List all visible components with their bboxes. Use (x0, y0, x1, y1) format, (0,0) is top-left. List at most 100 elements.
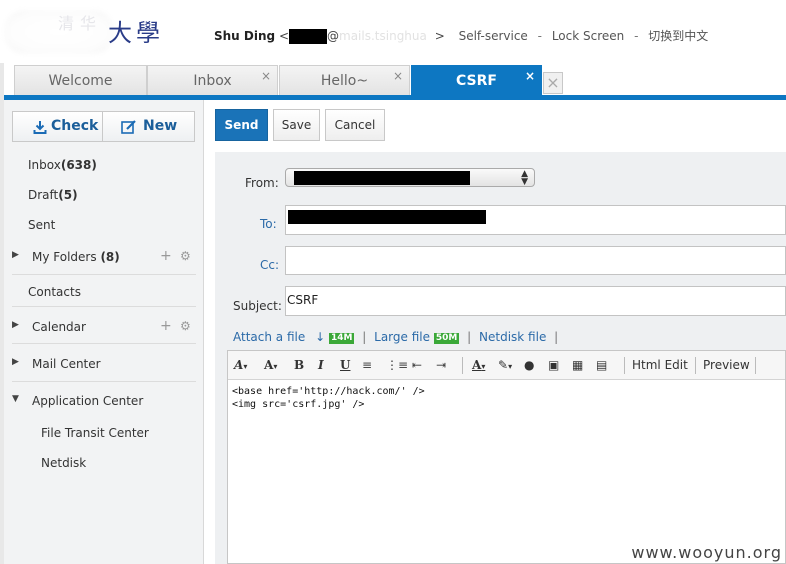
editor-body[interactable]: <base href='http://hack.com/' /> <img sr… (232, 385, 425, 411)
mail-app: 清华 大學 Shu Ding < @mails.tsinghua > Self-s… (0, 0, 786, 564)
text-color-icon[interactable]: A▾ (472, 358, 485, 372)
subject-label: Subject: (233, 299, 282, 313)
cc-field[interactable] (285, 246, 786, 275)
bold-icon[interactable]: B (294, 358, 304, 372)
emoji-icon[interactable]: ● (524, 358, 534, 372)
pipe: | (554, 330, 559, 344)
underline-icon[interactable]: U (340, 358, 350, 372)
lock-screen-link[interactable]: Lock Screen (552, 29, 624, 43)
list-icon[interactable]: ⋮≡ (386, 358, 408, 372)
font-family-icon[interactable]: A▾ (234, 358, 247, 372)
italic-icon[interactable]: I (318, 358, 324, 372)
outdent-icon[interactable]: ⇤ (412, 358, 422, 372)
divider (12, 306, 196, 307)
close-icon[interactable]: × (261, 66, 271, 86)
align-icon[interactable]: ≡ (362, 358, 372, 372)
divider (12, 381, 196, 382)
to-label[interactable]: To: (260, 217, 277, 231)
redacted-to-address (288, 210, 486, 224)
sidebar-item-label: Calendar (32, 320, 86, 334)
add-icon[interactable]: + (160, 318, 172, 334)
self-service-link[interactable]: Self-service (459, 29, 528, 43)
editor-toolbar: A▾ A▾ B I U ≡ ⋮≡ ⇤ ⇥ A▾ ✎▾ ● ▣ ▦ ▤ Html … (228, 351, 785, 380)
sidebar-item-label: File Transit Center (41, 426, 149, 440)
gear-icon[interactable]: ⚙ (180, 319, 191, 333)
switch-chinese-link[interactable]: 切换到中文 (648, 29, 708, 43)
netdisk-file-link[interactable]: Netdisk file (479, 330, 546, 344)
email-close: > (434, 29, 445, 43)
paste-icon[interactable]: ▤ (596, 358, 607, 372)
gear-icon[interactable]: ⚙ (180, 249, 191, 263)
indent-icon[interactable]: ⇥ (436, 358, 446, 372)
email-domain-faint: mails.tsinghua (339, 29, 427, 43)
inbox-count: (638) (60, 158, 97, 172)
redacted-email-user (289, 29, 328, 44)
email-at: @ (327, 29, 340, 43)
cc-label[interactable]: Cc: (260, 258, 279, 272)
tab-overflow-close-icon[interactable]: × (543, 72, 563, 94)
sidebar-item-label: Application Center (32, 394, 144, 408)
divider (12, 343, 196, 344)
check-button[interactable]: Check (13, 112, 102, 141)
highlight-icon[interactable]: ✎▾ (498, 358, 512, 372)
subject-value: CSRF (287, 293, 319, 307)
draft-count: (5) (58, 188, 78, 202)
rich-editor: A▾ A▾ B I U ≡ ⋮≡ ⇤ ⇥ A▾ ✎▾ ● ▣ ▦ ▤ Html … (227, 350, 786, 564)
preview-button[interactable]: Preview (703, 358, 750, 372)
add-icon[interactable]: + (160, 248, 172, 264)
user-bar: Shu Ding < @mails.tsinghua > Self-service… (214, 27, 708, 44)
tab-inbox[interactable]: Inbox × (147, 65, 278, 96)
attach-limit-badge: 14M (328, 333, 355, 344)
arrow-down-icon: ↓ (315, 330, 326, 344)
new-button[interactable]: New (103, 112, 195, 141)
tab-hello[interactable]: Hello~ × (279, 65, 410, 96)
html-edit-button[interactable]: Html Edit (632, 358, 688, 372)
table-icon[interactable]: ▦ (572, 358, 583, 372)
triangle-right-icon[interactable]: ▶ (12, 357, 19, 367)
download-icon (33, 121, 47, 134)
close-icon[interactable]: × (393, 66, 403, 86)
check-label: Check (51, 118, 99, 134)
triangle-right-icon[interactable]: ▶ (12, 250, 19, 260)
updown-arrow-icon: ▲ ▼ (521, 169, 528, 187)
compose-form: From: ▲ ▼ To: Cc: Subject: CSRF Attach a … (215, 152, 786, 564)
tab-label: CSRF (456, 73, 497, 89)
header-sep: - (537, 29, 542, 43)
tab-welcome[interactable]: Welcome (14, 65, 147, 96)
sidebar-item-label: Inbox(638) (28, 158, 97, 172)
sidebar-item-label: Sent (28, 218, 56, 232)
compose-icon (121, 120, 136, 134)
attach-file-link[interactable]: Attach a file (233, 330, 305, 344)
pipe: | (467, 330, 472, 344)
sidebar: Check New Inbox(638) Draft(5) Sent ▶ My … (4, 100, 204, 564)
triangle-right-icon[interactable]: ▶ (12, 320, 19, 330)
font-size-icon[interactable]: A▾ (264, 358, 277, 372)
sidebar-item-label: My Folders (8) (32, 250, 120, 264)
my-folders-count: (8) (100, 250, 120, 264)
close-icon[interactable]: × (525, 66, 535, 86)
save-button[interactable]: Save (273, 109, 320, 141)
pipe: | (362, 330, 367, 344)
logo-faint-chars: 清华 (58, 14, 103, 33)
tab-label: Welcome (48, 73, 113, 89)
triangle-down-icon[interactable]: ▼ (12, 394, 19, 404)
tab-label: Hello~ (320, 73, 369, 89)
my-folders-label: My Folders (32, 250, 97, 264)
watermark: www.wooyun.org (631, 543, 782, 562)
redacted-from-address (294, 171, 470, 185)
draft-label: Draft (28, 188, 59, 202)
subject-field[interactable]: CSRF (285, 286, 786, 316)
to-field[interactable] (285, 205, 786, 235)
toolbar-separator (624, 357, 625, 374)
tab-csrf[interactable]: CSRF × (411, 65, 542, 96)
cancel-button[interactable]: Cancel (325, 109, 385, 141)
sidebar-item-label: Contacts (28, 285, 81, 299)
send-button[interactable]: Send (215, 109, 268, 141)
inbox-label: Inbox (28, 158, 61, 172)
image-icon[interactable]: ▣ (548, 358, 559, 372)
large-file-link[interactable]: Large file (374, 330, 430, 344)
from-select[interactable]: ▲ ▼ (285, 168, 535, 187)
new-label: New (143, 118, 178, 134)
divider (12, 274, 196, 275)
logo-chars: 大學 (108, 19, 164, 47)
